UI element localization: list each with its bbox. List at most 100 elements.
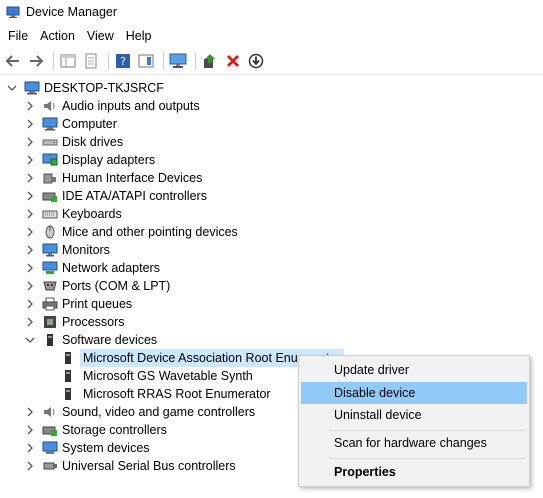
processor-icon [42, 315, 58, 329]
tree-root[interactable]: DESKTOP-TKJSRCF [0, 79, 543, 97]
menu-help[interactable]: Help [120, 26, 158, 46]
chevron-right-icon[interactable] [24, 262, 36, 274]
keyboard-icon [42, 207, 58, 221]
ide-controller-icon [42, 189, 58, 203]
context-item-uninstall-device[interactable]: Uninstall device [301, 404, 527, 426]
tree-item-label: Mice and other pointing devices [62, 225, 238, 239]
back-icon[interactable] [3, 51, 23, 71]
toolbar-separator [53, 52, 54, 70]
tree-item-ide-ata[interactable]: IDE ATA/ATAPI controllers [0, 187, 543, 205]
context-separator [329, 430, 525, 431]
page-icon[interactable] [81, 51, 101, 71]
forward-icon[interactable] [26, 51, 46, 71]
chevron-right-icon[interactable] [24, 280, 36, 292]
chevron-right-icon[interactable] [24, 190, 36, 202]
tree-item-network-adapters[interactable]: Network adapters [0, 259, 543, 277]
window-title: Device Manager [26, 5, 118, 19]
tree-item-audio[interactable]: Audio inputs and outputs [0, 97, 543, 115]
chevron-right-icon[interactable] [24, 136, 36, 148]
tree-item-label: Sound, video and game controllers [62, 405, 256, 419]
chevron-right-icon[interactable] [24, 100, 36, 112]
tree-item-print-queues[interactable]: Print queues [0, 295, 543, 313]
toolbar-separator [108, 52, 109, 70]
network-adapter-icon [42, 261, 58, 275]
context-menu: Update driver Disable device Uninstall d… [298, 355, 530, 487]
tree-item-display-adapters[interactable]: Display adapters [0, 151, 543, 169]
context-item-scan-hardware[interactable]: Scan for hardware changes [301, 432, 527, 454]
tree-item-label: Display adapters [62, 153, 156, 167]
update-driver-icon[interactable] [200, 51, 220, 71]
printer-icon [42, 297, 58, 311]
tree-item-label: Human Interface Devices [62, 171, 203, 185]
chevron-right-icon[interactable] [24, 226, 36, 238]
tree-item-monitors[interactable]: Monitors [0, 241, 543, 259]
computer-icon [24, 81, 40, 95]
tree-item-label: Microsoft GS Wavetable Synth [83, 369, 253, 383]
chevron-right-icon[interactable] [24, 406, 36, 418]
chevron-right-icon[interactable] [24, 172, 36, 184]
port-icon [42, 279, 58, 293]
tree-item-label: Monitors [62, 243, 110, 257]
tree-item-label: Processors [62, 315, 125, 329]
menu-action[interactable]: Action [34, 26, 81, 46]
properties-sheet-icon[interactable] [58, 51, 78, 71]
tree-item-ports[interactable]: Ports (COM & LPT) [0, 277, 543, 295]
context-item-disable-device[interactable]: Disable device [301, 382, 527, 404]
chevron-right-icon[interactable] [24, 118, 36, 130]
menu-view[interactable]: View [81, 26, 120, 46]
panel-icon[interactable] [136, 51, 156, 71]
menu-bar: File Action View Help [0, 24, 543, 48]
toolbar-separator [195, 52, 196, 70]
software-device-icon [60, 387, 76, 401]
speaker-icon [42, 405, 58, 419]
tree-item-label: Universal Serial Bus controllers [62, 459, 236, 473]
tree-item-label: Microsoft RRAS Root Enumerator [83, 387, 271, 401]
tree-item-computer[interactable]: Computer [0, 115, 543, 133]
chevron-right-icon[interactable] [24, 154, 36, 166]
chevron-right-icon[interactable] [24, 316, 36, 328]
mouse-icon [42, 225, 58, 239]
tree-item-label: IDE ATA/ATAPI controllers [62, 189, 207, 203]
tree-root-label: DESKTOP-TKJSRCF [44, 81, 164, 95]
speaker-icon [42, 99, 58, 113]
chevron-right-icon[interactable] [24, 298, 36, 310]
context-item-properties[interactable]: Properties [301, 461, 527, 483]
chevron-right-icon[interactable] [24, 460, 36, 472]
tree-item-hid[interactable]: Human Interface Devices [0, 169, 543, 187]
chevron-right-icon[interactable] [24, 424, 36, 436]
tree-item-label: Computer [62, 117, 117, 131]
context-separator [329, 458, 525, 459]
storage-controller-icon [42, 423, 58, 437]
toolbar: ? [0, 48, 543, 75]
computer-icon [42, 117, 58, 131]
system-device-icon [42, 441, 58, 455]
tree-item-label: Ports (COM & LPT) [62, 279, 171, 293]
menu-file[interactable]: File [2, 26, 34, 46]
chevron-down-icon[interactable] [6, 82, 18, 94]
context-item-update-driver[interactable]: Update driver [301, 359, 527, 381]
tree-item-processors[interactable]: Processors [0, 313, 543, 331]
tree-item-label: Network adapters [62, 261, 160, 275]
chevron-right-icon[interactable] [24, 208, 36, 220]
disable-icon[interactable] [246, 51, 266, 71]
tree-item-keyboards[interactable]: Keyboards [0, 205, 543, 223]
usb-icon [42, 459, 58, 473]
help-icon[interactable]: ? [113, 51, 133, 71]
software-device-icon [60, 351, 76, 365]
title-bar: Device Manager [0, 0, 543, 24]
monitor-icon [42, 243, 58, 257]
hid-icon [42, 171, 58, 185]
tree-item-label: Keyboards [62, 207, 122, 221]
chevron-right-icon[interactable] [24, 244, 36, 256]
chevron-right-icon[interactable] [24, 442, 36, 454]
software-device-icon [60, 369, 76, 383]
toolbar-separator [163, 52, 164, 70]
chevron-down-icon[interactable] [24, 334, 36, 346]
tree-item-software-devices[interactable]: Software devices [0, 331, 543, 349]
display-adapter-icon [42, 153, 58, 167]
uninstall-icon[interactable] [223, 51, 243, 71]
monitor-scan-icon[interactable] [168, 51, 188, 71]
tree-item-mice[interactable]: Mice and other pointing devices [0, 223, 543, 241]
tree-item-label: Storage controllers [62, 423, 167, 437]
tree-item-disk-drives[interactable]: Disk drives [0, 133, 543, 151]
